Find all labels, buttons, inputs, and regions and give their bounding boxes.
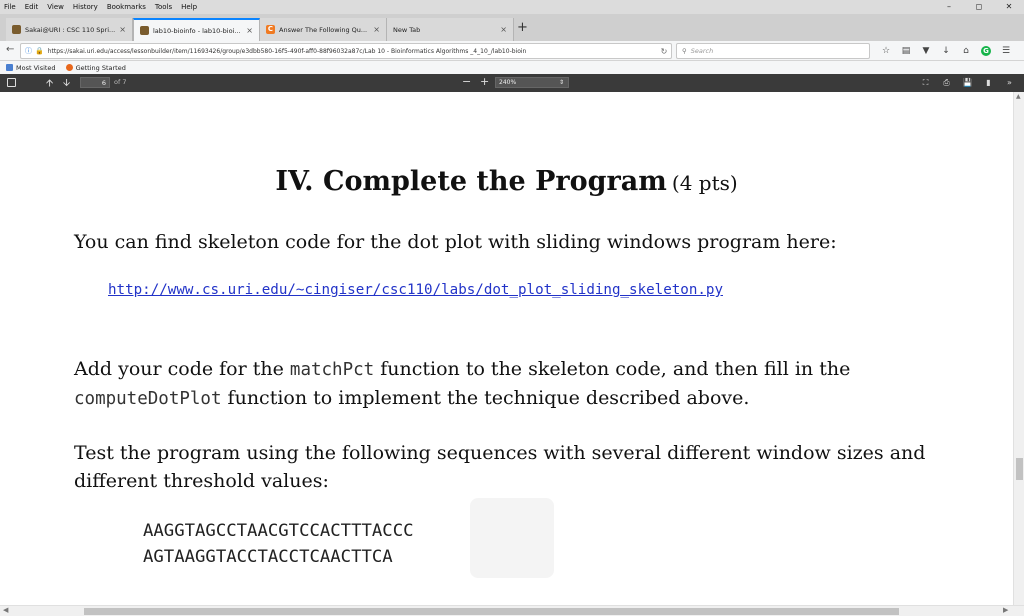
bookmark-folder-icon [6,64,13,71]
vertical-scrollbar[interactable]: ▲ [1013,92,1024,605]
tab-sakai[interactable]: Sakai@URI : CSC 110 Spri... × [6,18,133,41]
zoom-in-button[interactable]: + [480,75,489,88]
reload-icon[interactable]: ↻ [657,47,671,56]
heading-title: IV. Complete the Program [275,166,667,197]
instructions-line-1: Add your code for the matchPct function … [74,355,850,384]
menu-view[interactable]: View [47,3,64,11]
print-icon[interactable]: ⎙ [936,77,957,89]
bookmark-most-visited[interactable]: Most Visited [6,64,56,72]
test-line-2: different threshold values: [74,470,329,492]
url-text[interactable]: https://sakai.uri.edu/access/lessonbuild… [48,48,657,55]
search-placeholder: Search [690,47,714,55]
sakai-favicon-icon [140,26,149,35]
download-icon[interactable]: ↓ [936,44,956,58]
bookmark-getting-started[interactable]: Getting Started [65,63,126,72]
tab-new[interactable]: New Tab × [387,18,514,41]
search-input[interactable]: ⚲ Search [676,43,870,59]
reader-icon[interactable]: ▤ [896,44,916,58]
star-icon[interactable]: ☆ [876,44,896,58]
zoom-value: 240% [499,79,517,86]
scroll-up-icon[interactable]: ▲ [1016,93,1021,100]
horizontal-scroll-thumb[interactable] [84,608,899,615]
bookmark-icon[interactable]: ▮ [978,77,999,89]
menu-file[interactable]: File [4,3,16,11]
tab-close-icon[interactable]: × [500,25,507,34]
paragraph-skeleton: You can find skeleton code for the dot p… [74,231,837,253]
horizontal-scrollbar[interactable]: ◀ ▶ [0,605,1024,616]
toolbar-icons: ☆ ▤ ▼ ↓ ⌂ G ☰ [876,44,1016,58]
code-matchpct: matchPct [289,360,375,380]
bookmark-label: Getting Started [75,63,126,72]
close-window-button[interactable]: ✕ [994,0,1024,14]
test-line-1: Test the program using the following seq… [74,442,926,464]
tab-strip: Sakai@URI : CSC 110 Spri... × lab10-bioi… [0,14,1024,41]
minimize-button[interactable]: – [934,0,964,14]
pdf-tools: ⛶ ⎙ 💾 ▮ » [915,77,1020,89]
tab-answer[interactable]: C Answer The Following Qu... × [260,18,387,41]
tab-title: New Tab [393,25,421,34]
bookmarks-bar: Most Visited Getting Started [0,61,1024,74]
tab-close-icon[interactable]: × [373,25,380,34]
sequence-2: AGTAAGGTACCTACCTCAACTTCA [143,547,393,567]
page-number-input[interactable]: 6 [80,77,110,88]
page-heading: IV. Complete the Program (4 pts) [0,166,1013,197]
menu-icon[interactable]: ☰ [996,44,1016,58]
tab-close-icon[interactable]: × [246,26,253,35]
sidebar-toggle-icon[interactable] [7,78,16,87]
info-icon[interactable]: ⓘ [25,46,32,56]
chevron-down-icon: ⇕ [558,79,564,86]
pocket-icon[interactable]: ▼ [916,44,936,58]
home-icon[interactable]: ⌂ [956,44,976,58]
presentation-mode-icon[interactable]: ⛶ [915,77,936,89]
navigation-bar: ← ⓘ 🔒 https://sakai.uri.edu/access/lesso… [0,41,1024,61]
search-icon: ⚲ [682,47,687,55]
text: function to the skeleton code, and then … [374,358,851,380]
menu-history[interactable]: History [73,3,98,11]
text: function to implement the technique desc… [221,387,750,409]
bookmark-label: Most Visited [16,63,56,72]
chegg-favicon-icon: C [266,25,275,34]
next-page-icon[interactable]: 🡫 [63,76,70,93]
tools-menu-icon[interactable]: » [999,77,1020,89]
window-controls: – ◻ ✕ [934,0,1024,14]
tab-close-icon[interactable]: × [119,25,126,34]
previous-page-icon[interactable]: 🡩 [46,76,53,93]
tab-title: lab10-bioinfo - lab10-bioi... [153,26,241,35]
watermark-overlay [470,498,554,578]
firefox-icon [65,64,73,71]
sakai-favicon-icon [12,25,21,34]
tab-lab10[interactable]: lab10-bioinfo - lab10-bioi... × [133,18,260,41]
back-arrow-icon[interactable]: ← [6,44,14,55]
menu-bar: File Edit View History Bookmarks Tools H… [0,0,1024,14]
pdf-toolbar: 🡩 🡫 6 of 7 − + 240% ⇕ ⛶ ⎙ 💾 ▮ » [0,74,1024,92]
text: Add your code for the [74,358,290,380]
code-computedotplot: computeDotPlot [74,389,222,409]
zoom-out-button[interactable]: − [462,75,471,88]
tab-title: Sakai@URI : CSC 110 Spri... [25,25,116,34]
save-icon[interactable]: 💾 [957,77,978,89]
paragraph-test: Test the program using the following seq… [74,439,925,495]
heading-points: (4 pts) [671,171,738,195]
pdf-document: IV. Complete the Program (4 pts) You can… [0,92,1013,605]
grammarly-icon[interactable]: G [976,44,996,58]
instructions-line-2: computeDotPlot function to implement the… [74,384,850,413]
maximize-button[interactable]: ◻ [964,0,994,14]
page-count: of 7 [114,78,127,86]
menu-tools[interactable]: Tools [155,3,172,11]
lock-icon: 🔒 [35,47,44,55]
skeleton-code-link[interactable]: http://www.cs.uri.edu/~cingiser/csc110/l… [108,282,723,298]
scroll-right-icon[interactable]: ▶ [1003,606,1008,614]
menu-edit[interactable]: Edit [25,3,39,11]
scroll-left-icon[interactable]: ◀ [3,606,8,614]
url-bar[interactable]: ⓘ 🔒 https://sakai.uri.edu/access/lessonb… [20,43,672,59]
new-tab-button[interactable]: + [517,20,528,36]
menu-items: File Edit View History Bookmarks Tools H… [0,3,206,11]
tab-title: Answer The Following Qu... [279,25,368,34]
zoom-select[interactable]: 240% ⇕ [495,77,569,88]
paragraph-instructions: Add your code for the matchPct function … [74,355,850,413]
menu-help[interactable]: Help [181,3,197,11]
menu-bookmarks[interactable]: Bookmarks [107,3,146,11]
vertical-scroll-thumb[interactable] [1016,458,1023,480]
sequence-1: AAGGTAGCCTAACGTCCACTTTACCC [143,521,414,541]
